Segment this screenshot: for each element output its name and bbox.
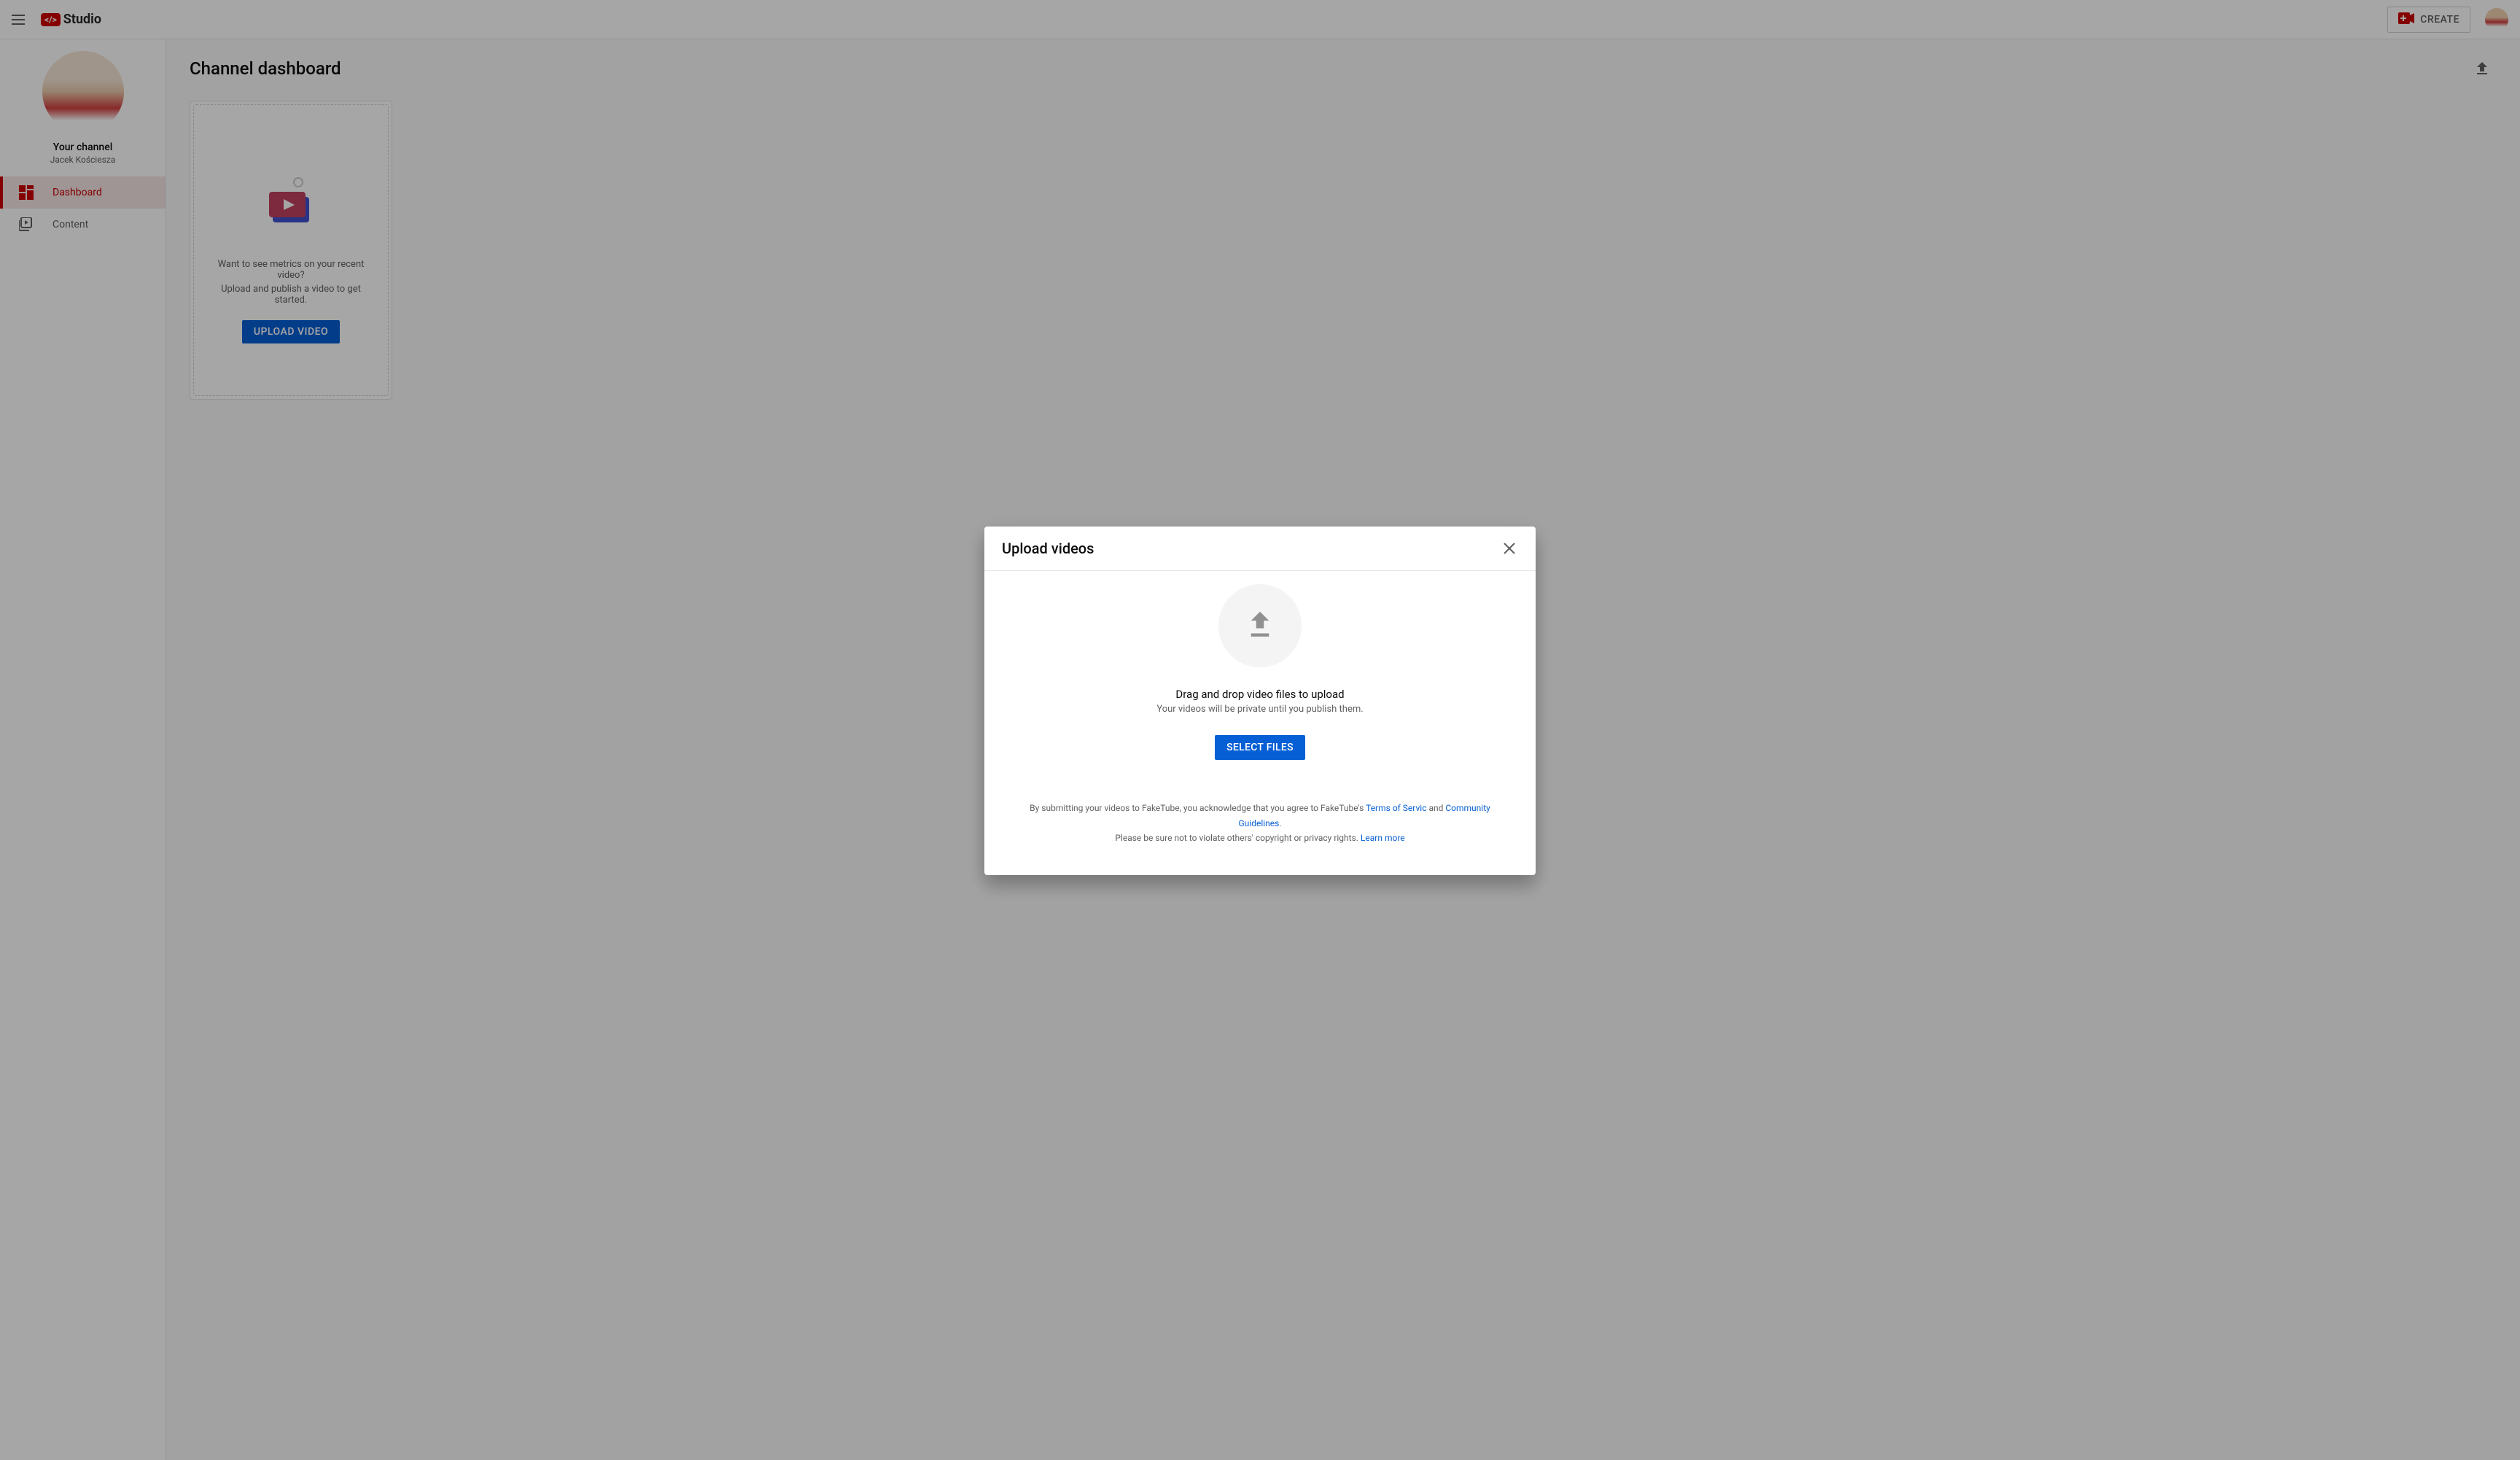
upload-modal: Upload videos Drag and drop video files …	[984, 527, 1536, 874]
modal-overlay[interactable]: Upload videos Drag and drop video files …	[0, 0, 2520, 1460]
select-files-button[interactable]: SELECT FILES	[1215, 735, 1305, 760]
private-note-text: Your videos will be private until you pu…	[1156, 704, 1363, 715]
disclaimer-text: By submitting your videos to FakeTube, y…	[1027, 801, 1493, 845]
modal-header: Upload videos	[984, 527, 1536, 571]
modal-title: Upload videos	[1002, 540, 1094, 557]
upload-drop-zone[interactable]	[1218, 584, 1302, 667]
terms-link[interactable]: Terms of Servic	[1366, 803, 1426, 813]
drag-drop-text: Drag and drop video files to upload	[1175, 688, 1344, 701]
close-button[interactable]	[1501, 540, 1518, 557]
modal-body: Drag and drop video files to upload Your…	[984, 571, 1536, 874]
upload-arrow-icon	[1245, 610, 1275, 641]
learn-more-link[interactable]: Learn more	[1361, 833, 1405, 843]
close-icon	[1501, 540, 1518, 557]
